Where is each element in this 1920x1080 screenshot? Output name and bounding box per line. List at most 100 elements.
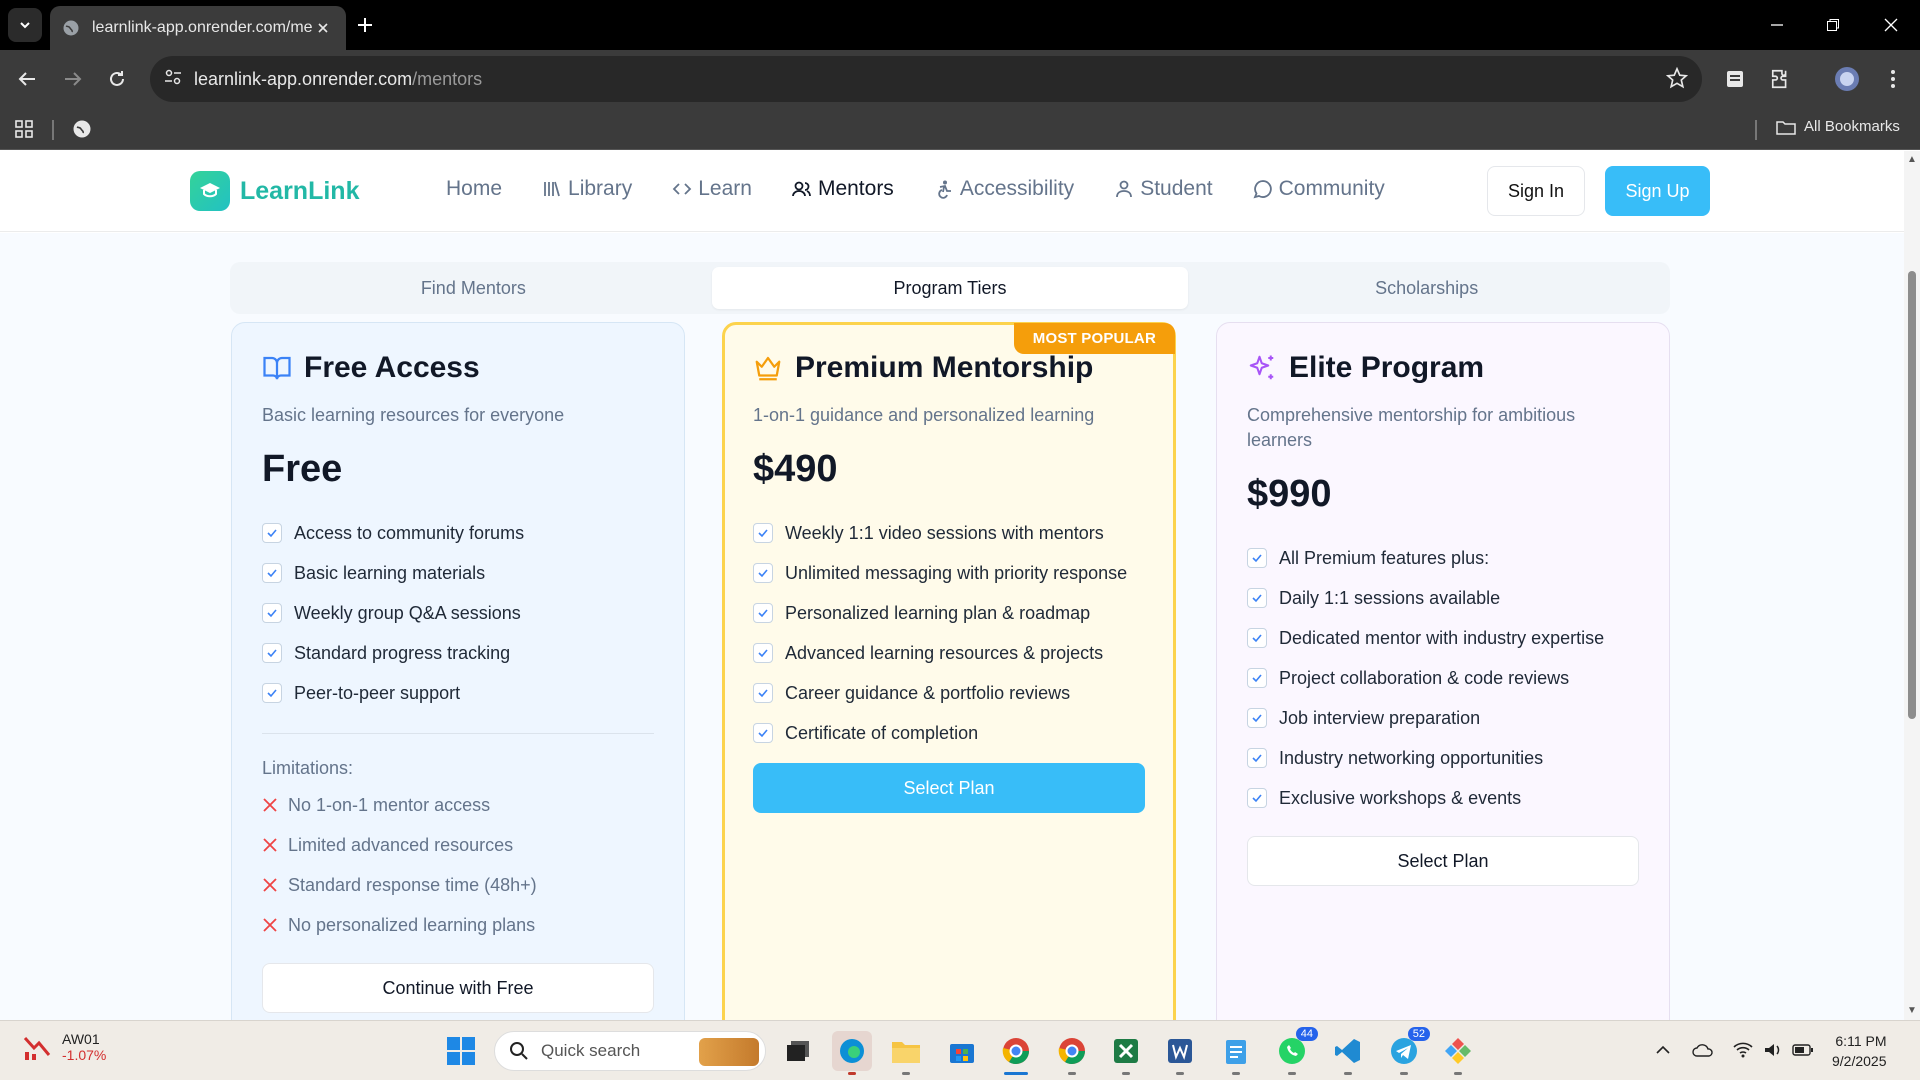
windows-taskbar: AW01 -1.07% Quick search 44 52 6:11 PM 9… [0, 1020, 1920, 1080]
bookmark-star-icon[interactable] [1665, 66, 1689, 94]
taskbar-search[interactable]: Quick search [494, 1031, 766, 1071]
check-icon [1247, 668, 1267, 688]
main-nav: Home Library Learn Mentors Accessibility… [446, 177, 1425, 201]
bookmarks-divider [52, 120, 54, 140]
apps-grid-icon[interactable] [12, 117, 36, 141]
page-scrollbar[interactable]: ▲ ▼ [1904, 151, 1920, 1020]
back-icon[interactable] [10, 62, 44, 96]
whatsapp-badge: 44 [1295, 1027, 1318, 1041]
colorful-app-icon[interactable] [1438, 1031, 1478, 1075]
forward-icon[interactable] [56, 62, 90, 96]
nav-accessibility-label: Accessibility [959, 177, 1075, 200]
tab-title: learnlink-app.onrender.com/me [92, 19, 312, 36]
most-popular-badge: MOST POPULAR [1013, 323, 1175, 354]
limitation-item: Limited advanced resources [262, 825, 654, 865]
tier-title-text: Free Access [304, 351, 480, 384]
x-icon [263, 878, 277, 892]
minimize-icon[interactable] [1762, 10, 1792, 40]
chevron-up-icon[interactable] [1652, 1039, 1674, 1061]
continue-with-free-button[interactable]: Continue with Free [262, 963, 654, 1013]
volume-icon[interactable] [1762, 1039, 1784, 1061]
wifi-icon[interactable] [1732, 1039, 1754, 1061]
word-icon[interactable] [1160, 1031, 1200, 1075]
site-settings-icon[interactable] [164, 68, 182, 91]
tier-title-text: Premium Mentorship [795, 351, 1094, 384]
check-icon [753, 643, 773, 663]
nav-learn[interactable]: Learn [672, 177, 752, 201]
restore-icon[interactable] [1818, 10, 1848, 40]
edge-browser-icon[interactable] [832, 1031, 872, 1075]
check-icon [753, 563, 773, 583]
x-icon [263, 838, 277, 852]
check-icon [262, 523, 282, 543]
stock-widget[interactable]: AW01 -1.07% [22, 1031, 106, 1063]
microsoft-store-icon[interactable] [942, 1031, 982, 1071]
tab-program-tiers[interactable]: Program Tiers [711, 267, 1189, 309]
chevron-down-icon [20, 22, 30, 29]
tier-card-elite: Elite Program Comprehensive mentorship f… [1216, 322, 1670, 1020]
select-premium-plan-button[interactable]: Select Plan [753, 763, 1145, 813]
book-open-icon [263, 356, 291, 380]
code-icon [672, 183, 692, 195]
task-view-icon[interactable] [778, 1031, 818, 1071]
nav-student[interactable]: Student [1114, 177, 1213, 201]
browser-tab[interactable]: learnlink-app.onrender.com/me [50, 6, 346, 50]
browser-tab-strip: learnlink-app.onrender.com/me [0, 0, 1920, 50]
nav-accessibility[interactable]: Accessibility [934, 177, 1074, 201]
feature-list: Weekly 1:1 video sessions with mentors U… [753, 513, 1145, 753]
notepad-icon[interactable] [1216, 1031, 1256, 1075]
sign-in-button[interactable]: Sign In [1487, 166, 1585, 216]
stock-name: AW01 [62, 1031, 100, 1047]
check-icon [753, 603, 773, 623]
nav-community[interactable]: Community [1253, 177, 1385, 201]
windows-start-icon[interactable] [446, 1036, 476, 1071]
reload-icon[interactable] [100, 62, 134, 96]
close-window-icon[interactable] [1876, 10, 1906, 40]
onedrive-cloud-icon[interactable] [1692, 1039, 1714, 1061]
select-elite-plan-button[interactable]: Select Plan [1247, 836, 1639, 886]
sheets-extension-icon[interactable] [1720, 64, 1750, 94]
scroll-down-icon[interactable]: ▼ [1907, 1006, 1917, 1016]
scrollbar-thumb[interactable] [1908, 271, 1916, 719]
logo-text: LearnLink [240, 176, 360, 205]
tier-card-free: Free Access Basic learning resources for… [231, 322, 685, 1020]
whatsapp-icon[interactable]: 44 [1272, 1027, 1318, 1075]
tier-description: 1-on-1 guidance and personalized learnin… [753, 405, 1095, 425]
telegram-icon[interactable]: 52 [1384, 1027, 1430, 1075]
system-clock[interactable]: 6:11 PM 9/2/2025 [1832, 1031, 1887, 1071]
menu-kebab-icon[interactable] [1878, 64, 1908, 94]
scroll-up-icon[interactable]: ▲ [1907, 155, 1917, 165]
site-logo[interactable]: LearnLink [190, 171, 359, 211]
nav-mentors[interactable]: Mentors [792, 177, 894, 201]
graduation-cap-icon [190, 171, 230, 211]
sign-up-button[interactable]: Sign Up [1605, 166, 1710, 216]
page-viewport: LearnLink Home Library Learn Mentors Acc… [0, 151, 1904, 1020]
feature-item: All Premium features plus: [1247, 538, 1639, 578]
chrome-profile-icon[interactable] [996, 1031, 1036, 1075]
all-bookmarks-button[interactable]: All Bookmarks [1776, 118, 1900, 135]
address-bar[interactable]: learnlink-app.onrender.com/mentors [150, 56, 1702, 102]
library-icon [544, 181, 560, 197]
nav-library[interactable]: Library [542, 177, 632, 201]
tier-price: $490 [753, 448, 838, 490]
tab-find-mentors[interactable]: Find Mentors [235, 267, 712, 309]
tier-title-text: Elite Program [1289, 351, 1485, 384]
check-icon [262, 603, 282, 623]
close-tab-icon[interactable] [312, 17, 334, 39]
check-icon [262, 563, 282, 583]
tab-search-button[interactable] [8, 8, 42, 42]
chrome-icon[interactable] [1052, 1031, 1092, 1075]
tier-card-premium: MOST POPULAR Premium Mentorship 1-on-1 g… [722, 322, 1176, 1020]
battery-icon[interactable] [1792, 1039, 1814, 1061]
tab-scholarships[interactable]: Scholarships [1188, 267, 1665, 309]
nav-learn-label: Learn [698, 177, 752, 200]
feature-item: Personalized learning plan & roadmap [753, 593, 1145, 633]
profile-avatar[interactable] [1832, 64, 1862, 94]
excel-icon[interactable] [1106, 1031, 1146, 1075]
nav-home[interactable]: Home [446, 177, 502, 201]
file-explorer-icon[interactable] [886, 1031, 926, 1075]
globe-icon[interactable] [70, 117, 94, 141]
extensions-icon[interactable] [1766, 64, 1796, 94]
new-tab-icon[interactable] [352, 12, 378, 38]
vscode-icon[interactable] [1328, 1031, 1368, 1075]
